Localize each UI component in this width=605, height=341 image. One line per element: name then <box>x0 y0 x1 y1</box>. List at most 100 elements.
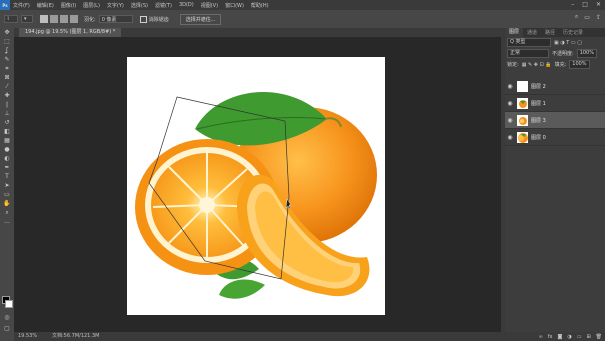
search-icon[interactable]: ⌕ <box>575 13 578 21</box>
opacity-label: 不透明度: <box>552 51 574 57</box>
visibility-eye-icon[interactable]: ◉ <box>505 83 515 90</box>
tools-panel: ✥ ⬚ ʆ ✎ ⌗ ⊠ ⁄ ✚ ǀ ⊥ ↺ ◧ ▦ ● ◐ ✒ T ➤ ▭ ✋ … <box>0 28 14 341</box>
tab-paths[interactable]: 路径 <box>541 29 559 36</box>
layers-panel: 图层 通道 路径 历史记录 Q 类型 ▣ ◑ T ▭ ▢ 正常 不透明度: 10… <box>505 28 605 341</box>
tab-channels[interactable]: 通道 <box>523 29 541 36</box>
layer-list: ◉ 图层 2 ◉ 图层 1 ◉ 图层 3 ◉ 图层 0 <box>505 78 605 146</box>
blur-tool-icon[interactable]: ● <box>0 145 14 154</box>
add-selection-icon[interactable] <box>50 15 58 23</box>
layer-thumbnail <box>517 80 528 92</box>
quick-mask-icon[interactable]: ◎ <box>0 313 14 322</box>
minimize-icon[interactable]: – <box>571 1 574 8</box>
canvas-area[interactable] <box>14 37 501 332</box>
menu-select[interactable]: 选择(S) <box>131 2 148 9</box>
visibility-eye-icon[interactable]: ◉ <box>505 134 515 141</box>
layer-kind-filter[interactable]: Q 类型 <box>507 38 551 47</box>
brush-tool-icon[interactable]: ǀ <box>0 100 14 109</box>
layer-name[interactable]: 图层 2 <box>531 83 546 90</box>
tab-history[interactable]: 历史记录 <box>559 29 587 36</box>
visibility-eye-icon[interactable]: ◉ <box>505 117 515 124</box>
opacity-input[interactable]: 100% <box>576 49 597 58</box>
document-canvas[interactable] <box>127 57 385 315</box>
antialias-checkbox[interactable] <box>139 15 147 23</box>
panel-tabs: 图层 通道 路径 历史记录 <box>505 28 605 37</box>
menu-image[interactable]: 图像(I) <box>61 2 76 9</box>
add-mask-icon[interactable]: ◙ <box>557 334 562 340</box>
lasso-tool-preset-icon[interactable]: ⌇ <box>4 15 18 23</box>
shape-tool-icon[interactable]: ▭ <box>0 190 14 199</box>
frame-tool-icon[interactable]: ⊠ <box>0 73 14 82</box>
options-bar: ⌇ ▾ 羽化: 0 像素 消除锯齿 选择并遮住... ⌕ ▭ ⇪ <box>0 10 605 28</box>
layer-row[interactable]: ◉ 图层 0 <box>505 129 605 146</box>
background-color-swatch[interactable] <box>5 300 13 308</box>
menu-filter[interactable]: 滤镜(T) <box>155 2 172 9</box>
stamp-tool-icon[interactable]: ⊥ <box>0 109 14 118</box>
menu-help[interactable]: 帮助(H) <box>251 2 269 9</box>
tab-layers[interactable]: 图层 <box>505 28 524 37</box>
menu-window[interactable]: 窗口(W) <box>225 2 244 9</box>
preset-dropdown-icon[interactable]: ▾ <box>21 15 33 23</box>
workspace-icon[interactable]: ▭ <box>584 14 590 21</box>
menu-view[interactable]: 视图(V) <box>201 2 218 9</box>
layer-thumbnail <box>517 131 528 143</box>
trash-icon[interactable]: 🗑 <box>596 334 602 340</box>
menu-file[interactable]: 文件(F) <box>13 2 30 9</box>
document-tab-bar: 194.jpg @ 19.5% (图层 1, RGB/8#) * <box>14 28 501 37</box>
close-icon[interactable]: ✕ <box>596 1 601 8</box>
intersect-selection-icon[interactable] <box>70 15 78 23</box>
blend-mode-select[interactable]: 正常 <box>507 49 549 58</box>
dodge-tool-icon[interactable]: ◐ <box>0 154 14 163</box>
marquee-tool-icon[interactable]: ⬚ <box>0 37 14 46</box>
visibility-eye-icon[interactable]: ◉ <box>505 100 515 107</box>
maximize-icon[interactable]: □ <box>582 1 588 8</box>
link-layers-icon[interactable]: ∞ <box>539 334 543 340</box>
filter-icons: ▣ ◑ T ▭ ▢ <box>554 39 582 46</box>
layer-row-selected[interactable]: ◉ 图层 3 <box>505 112 605 129</box>
subtract-selection-icon[interactable] <box>60 15 68 23</box>
lock-icons[interactable]: ▦ ✎ ✥ ⊡ 🔒 <box>522 62 552 68</box>
menu-bar: Ps 文件(F) 编辑(E) 图像(I) 图层(L) 文字(Y) 选择(S) 滤… <box>0 0 605 10</box>
share-icon[interactable]: ⇪ <box>596 14 601 21</box>
menu-edit[interactable]: 编辑(E) <box>37 2 54 9</box>
eraser-tool-icon[interactable]: ◧ <box>0 127 14 136</box>
layer-name[interactable]: 图层 1 <box>531 100 546 107</box>
lock-row: 锁定: ▦ ✎ ✥ ⊡ 🔒 填充: 100% <box>505 59 605 70</box>
feather-input[interactable]: 0 像素 <box>98 15 133 23</box>
lasso-tool-icon[interactable]: ʆ <box>0 46 14 55</box>
path-select-tool-icon[interactable]: ➤ <box>0 181 14 190</box>
window-controls: – □ ✕ <box>571 1 601 8</box>
healing-tool-icon[interactable]: ✚ <box>0 91 14 100</box>
hand-tool-icon[interactable]: ✋ <box>0 199 14 208</box>
screen-mode-icon[interactable]: ▢ <box>0 324 14 333</box>
quick-select-tool-icon[interactable]: ✎ <box>0 55 14 64</box>
eyedropper-tool-icon[interactable]: ⁄ <box>0 82 14 91</box>
zoom-level[interactable]: 19.53% <box>18 332 37 341</box>
select-and-mask-button[interactable]: 选择并遮住... <box>179 13 222 25</box>
layer-row[interactable]: ◉ 图层 1 <box>505 95 605 112</box>
layer-thumbnail <box>517 114 528 126</box>
layer-row[interactable]: ◉ 图层 2 <box>505 78 605 95</box>
layer-name[interactable]: 图层 0 <box>531 134 546 141</box>
new-layer-icon[interactable]: ⊞ <box>586 334 590 340</box>
new-selection-icon[interactable] <box>40 15 48 23</box>
document-tab[interactable]: 194.jpg @ 19.5% (图层 1, RGB/8#) * <box>19 28 122 37</box>
adjustment-layer-icon[interactable]: ◑ <box>567 334 571 340</box>
pen-tool-icon[interactable]: ✒ <box>0 163 14 172</box>
layer-thumbnail <box>517 97 528 109</box>
document-info[interactable]: 文档:56.7M/121.3M <box>52 332 99 341</box>
type-tool-icon[interactable]: T <box>0 172 14 181</box>
fx-icon[interactable]: fx <box>548 334 553 340</box>
blend-row: 正常 不透明度: 100% <box>505 48 605 59</box>
menu-type[interactable]: 文字(Y) <box>107 2 124 9</box>
layer-name[interactable]: 图层 3 <box>531 117 546 124</box>
more-tools-icon[interactable]: … <box>0 217 14 226</box>
new-group-icon[interactable]: ▭ <box>577 334 582 340</box>
move-tool-icon[interactable]: ✥ <box>0 28 14 37</box>
history-brush-icon[interactable]: ↺ <box>0 118 14 127</box>
zoom-tool-icon[interactable]: ⌕ <box>0 208 14 217</box>
menu-3d[interactable]: 3D(D) <box>179 2 194 8</box>
crop-tool-icon[interactable]: ⌗ <box>0 64 14 73</box>
gradient-tool-icon[interactable]: ▦ <box>0 136 14 145</box>
fill-input[interactable]: 100% <box>569 60 590 69</box>
menu-layer[interactable]: 图层(L) <box>83 2 100 9</box>
